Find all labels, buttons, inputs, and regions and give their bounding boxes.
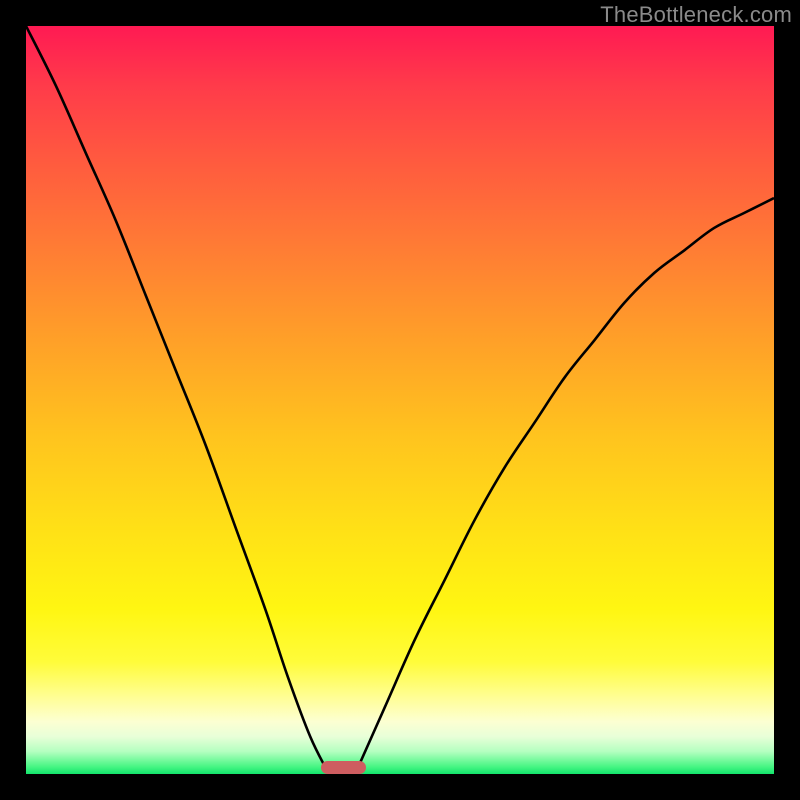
optimum-marker: [321, 761, 366, 774]
watermark-text: TheBottleneck.com: [600, 2, 792, 28]
bottleneck-curve: [26, 26, 774, 774]
